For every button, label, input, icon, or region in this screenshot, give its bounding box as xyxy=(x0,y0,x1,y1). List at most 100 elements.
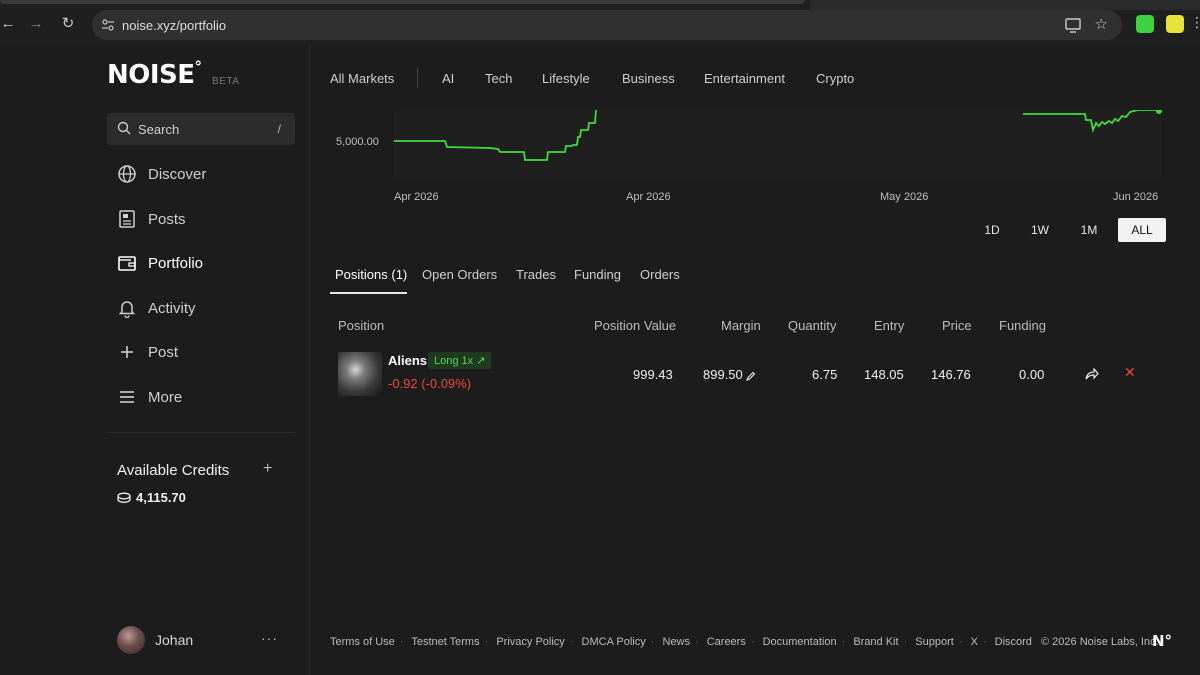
market-thumbnail[interactable] xyxy=(338,352,382,396)
range-all-button[interactable]: ALL xyxy=(1118,218,1166,242)
footer-separator: · xyxy=(694,636,699,648)
sidebar-item-more[interactable]: More xyxy=(117,382,297,412)
tab-tech[interactable]: Tech xyxy=(485,71,512,86)
x-tick-label: Apr 2026 xyxy=(394,191,439,203)
user-more-button[interactable]: ··· xyxy=(261,630,278,646)
sidebar-item-posts[interactable]: Posts xyxy=(117,204,297,234)
tab-crypto[interactable]: Crypto xyxy=(816,71,854,86)
tab-positions[interactable]: Positions (1) xyxy=(335,267,407,282)
avatar[interactable] xyxy=(117,626,145,654)
position-value-cell: 999.43 xyxy=(633,367,673,382)
sidebar-item-label: Post xyxy=(148,344,179,361)
footer-link-dmca[interactable]: DMCA Policy xyxy=(582,636,646,648)
column-header-position-value: Position Value xyxy=(594,318,677,333)
search-input[interactable]: Search / xyxy=(107,113,295,145)
forward-icon[interactable]: → xyxy=(26,14,46,34)
footer-link-brand-kit[interactable]: Brand Kit xyxy=(853,636,898,648)
coin-icon xyxy=(117,491,131,503)
tab-business[interactable]: Business xyxy=(622,71,675,86)
tab-entertainment[interactable]: Entertainment xyxy=(704,71,785,86)
tab-trades[interactable]: Trades xyxy=(516,267,556,282)
sidebar-item-portfolio[interactable]: Portfolio xyxy=(117,248,297,278)
footer-separator: · xyxy=(650,636,655,648)
footer-link-documentation[interactable]: Documentation xyxy=(763,636,837,648)
portfolio-chart[interactable]: 5,000.00 Apr 2026 Apr 2026 May 2026 Jun … xyxy=(310,110,1200,220)
menu-icon xyxy=(117,387,137,407)
column-header-position: Position xyxy=(338,318,385,333)
footer-separator: · xyxy=(903,636,908,648)
bell-icon xyxy=(117,298,137,319)
share-icon[interactable] xyxy=(1085,367,1099,380)
install-app-icon[interactable] xyxy=(1064,16,1082,34)
main-content: All Markets AI Tech Lifestyle Business E… xyxy=(310,46,1200,675)
footer-link-privacy[interactable]: Privacy Policy xyxy=(496,636,564,648)
sidebar-item-label: Activity xyxy=(148,300,196,317)
footer-copyright: © 2026 Noise Labs, Inc. xyxy=(1041,636,1159,648)
footer-link-testnet-terms[interactable]: Testnet Terms xyxy=(411,636,479,648)
credits-balance: 4,115.70 xyxy=(136,490,186,505)
user-name[interactable]: Johan xyxy=(155,632,193,648)
price-cell: 146.76 xyxy=(931,367,971,382)
logo-text[interactable]: NOISE xyxy=(107,60,195,90)
tab-open-orders[interactable]: Open Orders xyxy=(422,267,497,282)
search-icon xyxy=(117,121,131,135)
footer-link-x[interactable]: X xyxy=(971,636,978,648)
extension-green-icon[interactable] xyxy=(1136,15,1154,33)
footer-link-news[interactable]: News xyxy=(662,636,690,648)
sidebar-item-label: Posts xyxy=(148,211,186,228)
range-1m-button[interactable]: 1M xyxy=(1067,218,1111,242)
range-1w-button[interactable]: 1W xyxy=(1018,218,1062,242)
sidebar-item-discover[interactable]: Discover xyxy=(117,159,297,189)
position-market-name[interactable]: Aliens xyxy=(388,353,427,368)
add-credits-button[interactable]: + xyxy=(263,460,272,478)
column-header-funding: Funding xyxy=(999,318,1046,333)
reload-icon[interactable]: ↻ xyxy=(58,14,78,34)
tab-funding[interactable]: Funding xyxy=(574,267,621,282)
footer-link-terms[interactable]: Terms of Use xyxy=(330,636,395,648)
footer-separator: · xyxy=(750,636,755,648)
extension-yellow-icon[interactable] xyxy=(1166,15,1184,33)
footer-link-careers[interactable]: Careers xyxy=(707,636,746,648)
bookmark-star-icon[interactable]: ☆ xyxy=(1095,15,1108,33)
sidebar-item-label: More xyxy=(148,389,183,406)
tab-all-markets[interactable]: All Markets xyxy=(330,71,394,86)
tab-ai[interactable]: AI xyxy=(442,71,454,86)
chart-svg: 5,000.00 Apr 2026 Apr 2026 May 2026 Jun … xyxy=(336,110,1162,203)
browser-toolbar: ← → ↻ noise.xyz/portfolio ☆ ⋮ xyxy=(0,0,1200,46)
footer-separator: · xyxy=(841,636,846,648)
quantity-cell: 6.75 xyxy=(812,367,838,382)
active-tab-underline xyxy=(330,292,407,294)
column-header-entry: Entry xyxy=(874,318,905,333)
wallet-icon xyxy=(117,253,137,273)
entry-cell: 148.05 xyxy=(864,367,904,382)
site-settings-icon[interactable] xyxy=(100,17,116,33)
url-text[interactable]: noise.xyz/portfolio xyxy=(122,18,226,33)
category-divider xyxy=(417,68,418,88)
back-icon[interactable]: ← xyxy=(0,14,18,34)
available-credits-title: Available Credits xyxy=(117,462,230,479)
address-bar[interactable]: noise.xyz/portfolio ☆ xyxy=(92,10,1122,40)
sidebar-item-post[interactable]: Post xyxy=(117,337,297,367)
column-header-quantity: Quantity xyxy=(788,318,837,333)
margin-cell: 899.50 xyxy=(703,367,743,382)
edit-margin-pencil-icon[interactable] xyxy=(746,368,756,381)
inactive-tab-edge xyxy=(810,0,1200,10)
sidebar-divider xyxy=(107,432,295,433)
sidebar-item-label: Portfolio xyxy=(148,255,204,272)
globe-icon xyxy=(117,164,137,184)
browser-menu-icon[interactable]: ⋮ xyxy=(1190,14,1200,31)
sidebar-item-label: Discover xyxy=(148,166,207,183)
search-shortcut: / xyxy=(277,122,281,136)
tab-orders[interactable]: Orders xyxy=(640,267,680,282)
footer-noise-logo: N° xyxy=(1152,632,1173,650)
funding-cell: 0.00 xyxy=(1019,367,1045,382)
y-tick-label: 5,000.00 xyxy=(336,136,379,148)
close-position-icon[interactable]: ✕ xyxy=(1124,364,1136,381)
footer-link-discord[interactable]: Discord xyxy=(995,636,1032,648)
range-1d-button[interactable]: 1D xyxy=(970,218,1014,242)
sidebar: NOISE° BETA Search / Discover Posts Port… xyxy=(0,46,310,675)
footer-link-support[interactable]: Support xyxy=(915,636,954,648)
noise-logo[interactable]: NOISE° xyxy=(107,58,202,90)
tab-lifestyle[interactable]: Lifestyle xyxy=(542,71,590,86)
sidebar-item-activity[interactable]: Activity xyxy=(117,293,297,323)
